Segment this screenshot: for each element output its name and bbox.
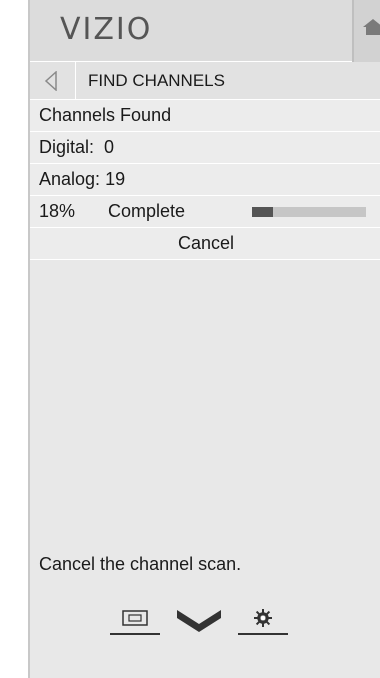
home-icon: [363, 19, 380, 35]
picture-in-picture-icon[interactable]: [110, 606, 160, 636]
digital-label: Digital:: [39, 137, 95, 157]
analog-row: Analog: 19: [30, 164, 380, 196]
tv-screen: VIZIO FIND CHANNELS Channels Found Digit…: [0, 0, 380, 678]
bottom-nav: [110, 606, 310, 656]
back-button[interactable]: [30, 62, 76, 99]
vizio-v-icon[interactable]: [174, 606, 224, 636]
analog-label: Analog:: [39, 169, 101, 189]
header: VIZIO: [30, 0, 352, 62]
vizio-logo: VIZIO: [60, 12, 153, 47]
channels-found-label: Channels Found: [39, 105, 172, 125]
digital-text: Digital: 0: [39, 132, 114, 163]
menu-title-bar: FIND CHANNELS: [30, 62, 380, 100]
menu-title: FIND CHANNELS: [88, 71, 225, 90]
help-text: Cancel the channel scan.: [39, 554, 242, 574]
progress-bar: [252, 207, 366, 217]
digital-value: 0: [104, 137, 115, 157]
progress-percent: 18%: [39, 201, 76, 221]
analog-text: Analog: 19: [39, 164, 125, 195]
gear-icon[interactable]: [238, 606, 288, 636]
progress-row: 18% Complete: [30, 196, 380, 228]
cancel-button[interactable]: Cancel: [30, 228, 380, 260]
back-triangle-icon: [44, 71, 57, 91]
cancel-label: Cancel: [177, 233, 235, 253]
home-button[interactable]: [352, 0, 380, 62]
analog-value: 19: [105, 169, 126, 189]
channels-found-row: Channels Found: [30, 100, 380, 132]
complete-label: Complete: [108, 201, 186, 221]
digital-row: Digital: 0: [30, 132, 380, 164]
progress-bar-fill: [252, 207, 273, 217]
settings-panel: VIZIO FIND CHANNELS Channels Found Digit…: [28, 0, 380, 678]
